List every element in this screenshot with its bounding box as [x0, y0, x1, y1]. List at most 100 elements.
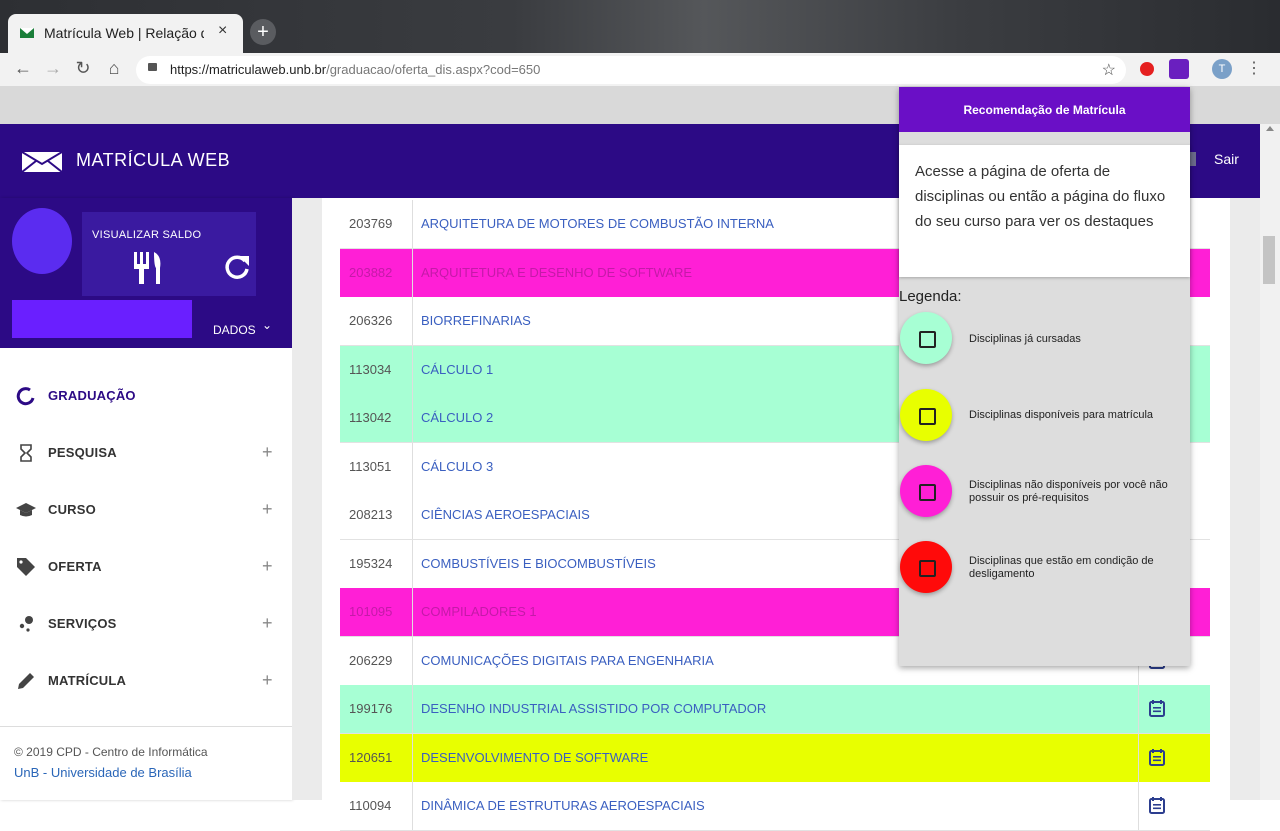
- legend-dismissal-swatch: [900, 541, 952, 593]
- saldo-card[interactable]: VISUALIZAR SALDO: [82, 212, 256, 296]
- popup-title: Recomendação de Matrícula: [963, 103, 1126, 117]
- discipline-code: 113042: [349, 410, 392, 425]
- checkbox-icon: [919, 484, 936, 501]
- close-tab-icon[interactable]: ×: [218, 22, 227, 40]
- extension-recommendation-icon[interactable]: [1169, 59, 1189, 79]
- legend-dismissal-text: Disciplinas que estão em condição de des…: [969, 555, 1154, 580]
- checkbox-icon: [919, 560, 936, 577]
- sidebar-item-servicos[interactable]: SERVIÇOS +: [0, 604, 292, 644]
- sidebar-item-curso[interactable]: CURSO +: [0, 490, 292, 530]
- discipline-name-link[interactable]: CÁLCULO 1: [421, 362, 493, 377]
- popup-message: Acesse a página de oferta de disciplinas…: [915, 163, 1166, 230]
- discipline-name-link[interactable]: COMPILADORES 1: [421, 604, 537, 619]
- discipline-name-link[interactable]: COMUNICAÇÕES DIGITAIS PARA ENGENHARIA: [421, 653, 714, 668]
- bookmark-star-icon[interactable]: ☆: [1102, 60, 1116, 80]
- sidebar-item-label: GRADUAÇÃO: [48, 388, 136, 403]
- sidebar-item-pesquisa[interactable]: PESQUISA +: [0, 433, 292, 473]
- hourglass-icon: [20, 444, 32, 462]
- profile-panel: VISUALIZAR SALDO DADOS ⌄: [0, 198, 292, 348]
- discipline-code-cell: 199176: [340, 685, 413, 733]
- tab-title: Matrícula Web | Relação d: [44, 25, 204, 41]
- browser-tab[interactable]: Matrícula Web | Relação d ×: [8, 14, 243, 53]
- discipline-name-link[interactable]: ARQUITETURA E DESENHO DE SOFTWARE: [421, 265, 692, 280]
- checkbox-icon: [919, 408, 936, 425]
- expand-plus-icon[interactable]: +: [262, 613, 273, 634]
- dados-toggle[interactable]: DADOS: [213, 323, 256, 337]
- discipline-code: 206229: [349, 653, 393, 668]
- home-icon[interactable]: ⌂: [103, 58, 125, 79]
- browser-toolbar: ← → ↻ ⌂ https://matriculaweb.unb.br/grad…: [0, 53, 1280, 86]
- discipline-name-link[interactable]: CÁLCULO 3: [421, 459, 493, 474]
- sidebar-item-graduacao[interactable]: GRADUAÇÃO: [0, 376, 292, 416]
- discipline-name-link[interactable]: DESENVOLVIMENTO DE SOFTWARE: [421, 750, 648, 765]
- discipline-code: 101095: [349, 604, 393, 619]
- table-row[interactable]: 120651 DESENVOLVIMENTO DE SOFTWARE: [340, 734, 1210, 783]
- circle-icon: [16, 387, 35, 406]
- discipline-name-link[interactable]: CIÊNCIAS AEROESPACIAIS: [421, 507, 590, 522]
- address-bar[interactable]: https://matriculaweb.unb.br/graduacao/of…: [136, 56, 1126, 84]
- expand-plus-icon[interactable]: +: [262, 499, 273, 520]
- discipline-name-link[interactable]: BIORREFINARIAS: [421, 313, 531, 328]
- app-title: MATRÍCULA WEB: [76, 150, 231, 170]
- discipline-code-cell: 206229: [340, 637, 413, 685]
- calendar-icon[interactable]: [1148, 748, 1166, 766]
- footer-copyright: © 2019 CPD - Centro de Informática: [14, 745, 208, 759]
- footer-unb-link[interactable]: UnB - Universidade de Brasília: [14, 765, 192, 780]
- saldo-label: VISUALIZAR SALDO: [92, 229, 202, 241]
- tag-icon: [17, 558, 35, 576]
- discipline-code-cell: 113034: [340, 346, 413, 394]
- discipline-name-link[interactable]: DINÂMICA DE ESTRUTURAS AEROESPACIAIS: [421, 798, 705, 813]
- sidebar-item-oferta[interactable]: OFERTA +: [0, 547, 292, 587]
- expand-plus-icon[interactable]: +: [262, 670, 273, 691]
- sidebar-item-label: CURSO: [48, 502, 96, 517]
- discipline-name-link[interactable]: CÁLCULO 2: [421, 410, 493, 425]
- discipline-code: 113051: [349, 459, 392, 474]
- sidebar-item-matricula[interactable]: MATRÍCULA +: [0, 661, 292, 701]
- matricula-favicon-icon: [20, 28, 34, 38]
- discipline-code: 203769: [349, 216, 393, 231]
- schedule-cell: [1138, 734, 1210, 782]
- scroll-up-arrow-icon[interactable]: [1266, 126, 1274, 131]
- legend-completed-swatch: [900, 312, 952, 364]
- checkbox-icon: [919, 331, 936, 348]
- extension-red-icon[interactable]: [1140, 62, 1154, 76]
- reload-icon[interactable]: ↻: [72, 58, 94, 79]
- scrollbar-track[interactable]: [1260, 124, 1280, 800]
- user-name-bar: [12, 300, 192, 338]
- recommendation-popup: Recomendação de Matrícula Acesse a págin…: [899, 87, 1190, 666]
- discipline-code-cell: 208213: [340, 491, 413, 539]
- sidebar-divider: [0, 726, 292, 727]
- discipline-code-cell: 110094: [340, 782, 413, 830]
- expand-plus-icon[interactable]: +: [262, 556, 273, 577]
- discipline-code-cell: 101095: [340, 588, 413, 636]
- sidebar-item-label: OFERTA: [48, 559, 102, 574]
- new-tab-button[interactable]: +: [250, 19, 276, 45]
- profile-avatar[interactable]: T: [1212, 59, 1232, 79]
- discipline-name-link[interactable]: COMBUSTÍVEIS E BIOCOMBUSTÍVEIS: [421, 556, 656, 571]
- legend-unavailable-swatch: [900, 465, 952, 517]
- discipline-code-cell: 206326: [340, 297, 413, 345]
- fork-knife-icon: [134, 252, 161, 284]
- discipline-code-cell: 113051: [340, 443, 413, 491]
- envelope-logo-icon: [22, 152, 62, 172]
- discipline-name-cell: DESENHO INDUSTRIAL ASSISTIDO POR COMPUTA…: [412, 685, 1139, 733]
- sidebar-item-label: MATRÍCULA: [48, 673, 127, 688]
- discipline-code-cell: 120651: [340, 734, 413, 782]
- scrollbar-thumb[interactable]: [1263, 236, 1275, 284]
- back-arrow-icon[interactable]: ←: [12, 58, 34, 79]
- logout-link[interactable]: Sair: [1214, 151, 1239, 167]
- chevron-down-icon[interactable]: ⌄: [262, 318, 272, 332]
- table-row[interactable]: 110094 DINÂMICA DE ESTRUTURAS AEROESPACIA…: [340, 782, 1210, 831]
- menu-kebab-icon[interactable]: ⋮: [1246, 58, 1262, 78]
- discipline-code: 195324: [349, 556, 393, 571]
- forward-arrow-icon[interactable]: →: [42, 58, 64, 79]
- refresh-icon[interactable]: [222, 252, 252, 282]
- discipline-name-cell: DESENVOLVIMENTO DE SOFTWARE: [412, 734, 1139, 782]
- sidebar-item-label: PESQUISA: [48, 445, 117, 460]
- calendar-icon[interactable]: [1148, 796, 1166, 814]
- expand-plus-icon[interactable]: +: [262, 442, 273, 463]
- discipline-name-link[interactable]: DESENHO INDUSTRIAL ASSISTIDO POR COMPUTA…: [421, 701, 766, 716]
- table-row[interactable]: 199176 DESENHO INDUSTRIAL ASSISTIDO POR C…: [340, 685, 1210, 734]
- discipline-name-link[interactable]: ARQUITETURA DE MOTORES DE COMBUSTÃO INTE…: [421, 216, 774, 231]
- calendar-icon[interactable]: [1148, 699, 1166, 717]
